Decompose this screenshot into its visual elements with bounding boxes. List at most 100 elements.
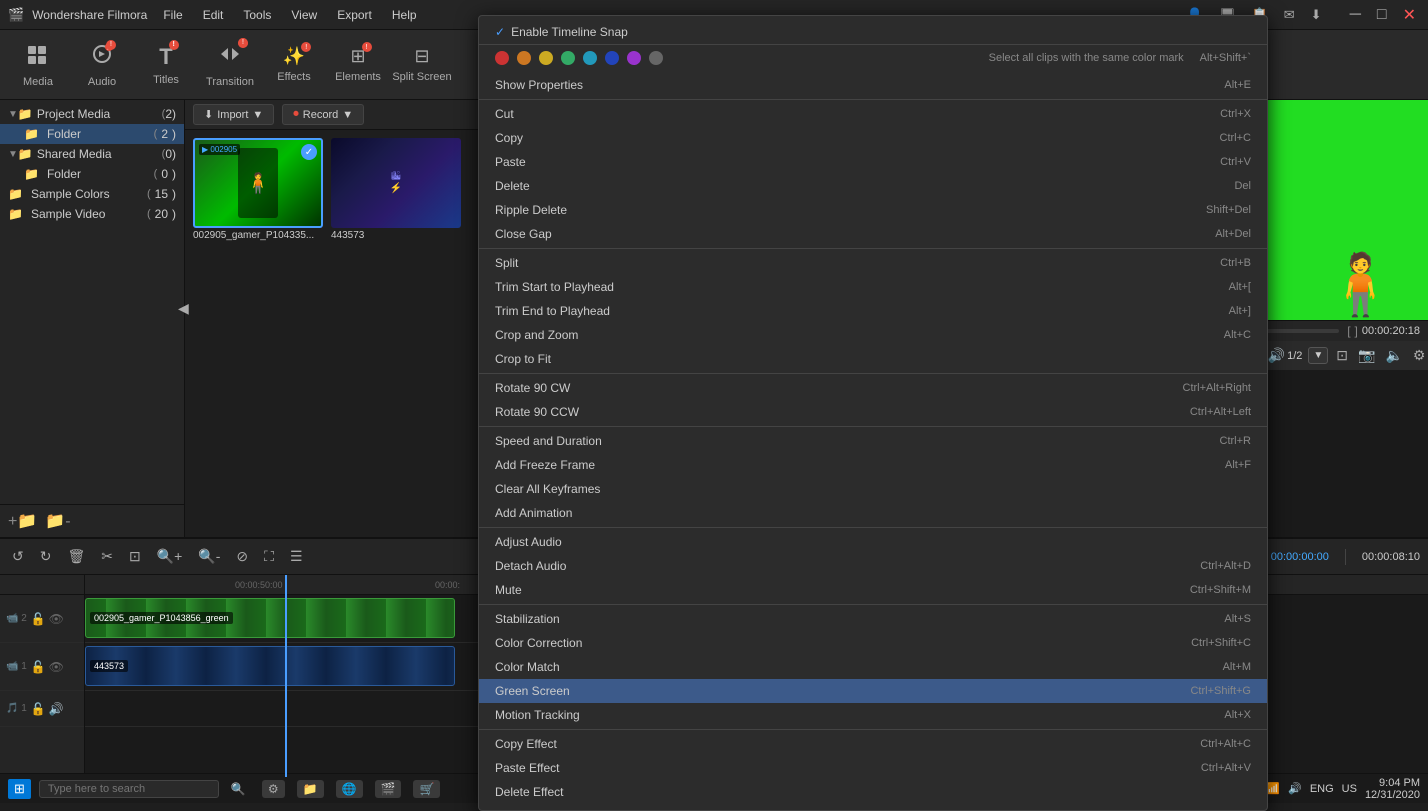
- ctx-detach-audio[interactable]: Detach Audio Ctrl+Alt+D: [479, 554, 1267, 578]
- track-1-lock-icon[interactable]: 🔓: [31, 660, 46, 674]
- ctx-delete[interactable]: Delete Del: [479, 174, 1267, 198]
- record-button[interactable]: ⏺ Record ▼: [282, 104, 364, 125]
- taskbar-volume-icon[interactable]: 🔊: [1288, 782, 1302, 795]
- ctx-color-match[interactable]: Color Match Alt+M: [479, 655, 1267, 679]
- timeline-playhead[interactable]: [285, 575, 287, 777]
- zoom-out-button[interactable]: 🔍-: [194, 546, 224, 567]
- color-mark-cyan[interactable]: [583, 51, 597, 65]
- add-folder-button[interactable]: +📁: [8, 511, 37, 531]
- tool-effects[interactable]: ✨ ! Effects: [264, 35, 324, 95]
- preview-volume-up-button[interactable]: 🔊: [1266, 345, 1287, 366]
- browser-taskbar-icon[interactable]: 🌐: [336, 780, 363, 798]
- media-thumb-2[interactable]: 🏙 ⚡: [331, 138, 461, 228]
- close-button[interactable]: ✕: [1399, 5, 1420, 25]
- start-button[interactable]: ⊞: [8, 779, 31, 799]
- preview-speaker-button[interactable]: 🔈: [1383, 345, 1404, 366]
- fullscreen-button[interactable]: ⛶: [260, 546, 278, 567]
- project-media-folder-icon: 📁: [18, 107, 33, 121]
- track-2-lock-icon[interactable]: 🔓: [31, 612, 46, 626]
- sample-video-item[interactable]: 📁 Sample Video (20): [0, 204, 184, 224]
- settings-taskbar-icon[interactable]: ⚙: [262, 780, 285, 798]
- color-mark-blue[interactable]: [605, 51, 619, 65]
- preview-fit-button[interactable]: ⊡: [1334, 345, 1350, 366]
- tool-elements[interactable]: ⊞ ! Elements: [328, 35, 388, 95]
- media-card-2[interactable]: 🏙 ⚡ 443573: [331, 138, 461, 241]
- folder-label: Folder: [47, 127, 150, 141]
- ctx-copy-effect[interactable]: Copy Effect Ctrl+Alt+C: [479, 732, 1267, 756]
- audio-track-speaker-icon[interactable]: 🔊: [49, 702, 64, 716]
- tool-titles[interactable]: T ! Titles: [136, 35, 196, 95]
- tool-media[interactable]: Media: [8, 35, 68, 95]
- ctx-add-animation[interactable]: Add Animation: [479, 501, 1267, 525]
- media-card-1[interactable]: 🧍 ✓ ▶ 002905 002905_gamer_P104335...: [193, 138, 323, 241]
- redo-button[interactable]: ↻: [36, 546, 56, 567]
- ctx-speed[interactable]: Speed and Duration Ctrl+R: [479, 429, 1267, 453]
- color-mark-green[interactable]: [561, 51, 575, 65]
- shared-media-header[interactable]: ▼ 📁 Shared Media (0): [0, 144, 184, 164]
- crop-button[interactable]: ⊡: [125, 546, 145, 567]
- ctx-delete-effect[interactable]: Delete Effect: [479, 780, 1267, 804]
- ctx-color-correction[interactable]: Color Correction Ctrl+Shift+C: [479, 631, 1267, 655]
- snap-label[interactable]: Enable Timeline Snap: [511, 25, 628, 39]
- ctx-trim-start[interactable]: Trim Start to Playhead Alt+[: [479, 275, 1267, 299]
- color-mark-gray[interactable]: [649, 51, 663, 65]
- delete-button[interactable]: 🗑: [63, 546, 89, 567]
- ctx-stabilization[interactable]: Stabilization Alt+S: [479, 607, 1267, 631]
- audio-track-lock-icon[interactable]: 🔓: [31, 702, 46, 716]
- ctx-split[interactable]: Split Ctrl+B: [479, 251, 1267, 275]
- clip-green-screen[interactable]: 002905_gamer_P1043856_green: [85, 598, 455, 638]
- preview-settings-button[interactable]: ⚙: [1411, 345, 1428, 366]
- ctx-crop-fit[interactable]: Crop to Fit: [479, 347, 1267, 371]
- color-mark-purple[interactable]: [627, 51, 641, 65]
- menu-tools[interactable]: Tools: [235, 6, 279, 24]
- color-mark-orange[interactable]: [517, 51, 531, 65]
- folder-item[interactable]: 📁 Folder (2): [0, 124, 184, 144]
- ctx-copy[interactable]: Copy Ctrl+C: [479, 126, 1267, 150]
- sample-colors-item[interactable]: 📁 Sample Colors (15): [0, 184, 184, 204]
- ctx-show-properties[interactable]: Show Properties Alt+E: [479, 73, 1267, 97]
- filmora-taskbar-icon[interactable]: 🎬: [375, 780, 402, 798]
- ctx-rotate-ccw[interactable]: Rotate 90 CCW Ctrl+Alt+Left: [479, 400, 1267, 424]
- tool-splitscreen[interactable]: ⊟ Split Screen: [392, 35, 452, 95]
- ctx-rotate-cw[interactable]: Rotate 90 CW Ctrl+Alt+Right: [479, 376, 1267, 400]
- color-mark-red[interactable]: [495, 51, 509, 65]
- remove-item-button[interactable]: 📁-: [45, 511, 70, 531]
- taskbar-wifi-icon[interactable]: 📶: [1266, 782, 1280, 795]
- tool-audio[interactable]: ! ! Audio: [72, 35, 132, 95]
- menu-help[interactable]: Help: [384, 6, 425, 24]
- minimize-button[interactable]: ─: [1346, 6, 1365, 24]
- menu-export[interactable]: Export: [329, 6, 380, 24]
- panel-expand-arrow[interactable]: ◀: [178, 300, 189, 317]
- project-media-header[interactable]: ▼ 📁 Project Media (2): [0, 104, 184, 124]
- color-mark-yellow[interactable]: [539, 51, 553, 65]
- ctx-mute[interactable]: Mute Ctrl+Shift+M: [479, 578, 1267, 602]
- shared-folder-item[interactable]: 📁 Folder (0): [0, 164, 184, 184]
- media-thumb-1[interactable]: 🧍 ✓ ▶ 002905: [193, 138, 323, 228]
- taskbar-search[interactable]: [39, 780, 219, 798]
- ctx-ripple-delete[interactable]: Ripple Delete Shift+Del: [479, 198, 1267, 222]
- preview-snapshot-button[interactable]: 📷: [1356, 345, 1377, 366]
- ctx-crop-zoom[interactable]: Crop and Zoom Alt+C: [479, 323, 1267, 347]
- menu-edit[interactable]: Edit: [195, 6, 232, 24]
- split-button[interactable]: ⊘: [232, 546, 252, 567]
- menu-file[interactable]: File: [155, 6, 190, 24]
- track-1-eye-icon[interactable]: 👁: [49, 660, 64, 674]
- maximize-button[interactable]: □: [1373, 6, 1391, 24]
- ctx-cut[interactable]: Cut Ctrl+X: [479, 102, 1267, 126]
- tool-transition[interactable]: ! Transition: [200, 35, 260, 95]
- store-taskbar-icon[interactable]: 🛒: [413, 780, 440, 798]
- folder-taskbar-icon[interactable]: 📁: [297, 780, 324, 798]
- ctx-green-screen[interactable]: Green Screen Ctrl+Shift+G: [479, 679, 1267, 703]
- zoom-in-button[interactable]: 🔍+: [153, 546, 187, 567]
- track-2-num: 📹 2: [6, 613, 27, 624]
- clip-scifi[interactable]: 443573: [85, 646, 455, 686]
- menu-view[interactable]: View: [283, 6, 325, 24]
- undo-button[interactable]: ↺: [8, 546, 28, 567]
- preview-ratio-dropdown[interactable]: ▼: [1308, 347, 1328, 364]
- import-button[interactable]: ⬇ Import ▼: [193, 104, 274, 125]
- ctx-trim-end[interactable]: Trim End to Playhead Alt+]: [479, 299, 1267, 323]
- settings-button[interactable]: ☰: [286, 546, 307, 567]
- ctx-motion-tracking[interactable]: Motion Tracking Alt+X: [479, 703, 1267, 727]
- track-2-eye-icon[interactable]: 👁: [49, 612, 64, 626]
- cut-button[interactable]: ✂: [97, 546, 117, 567]
